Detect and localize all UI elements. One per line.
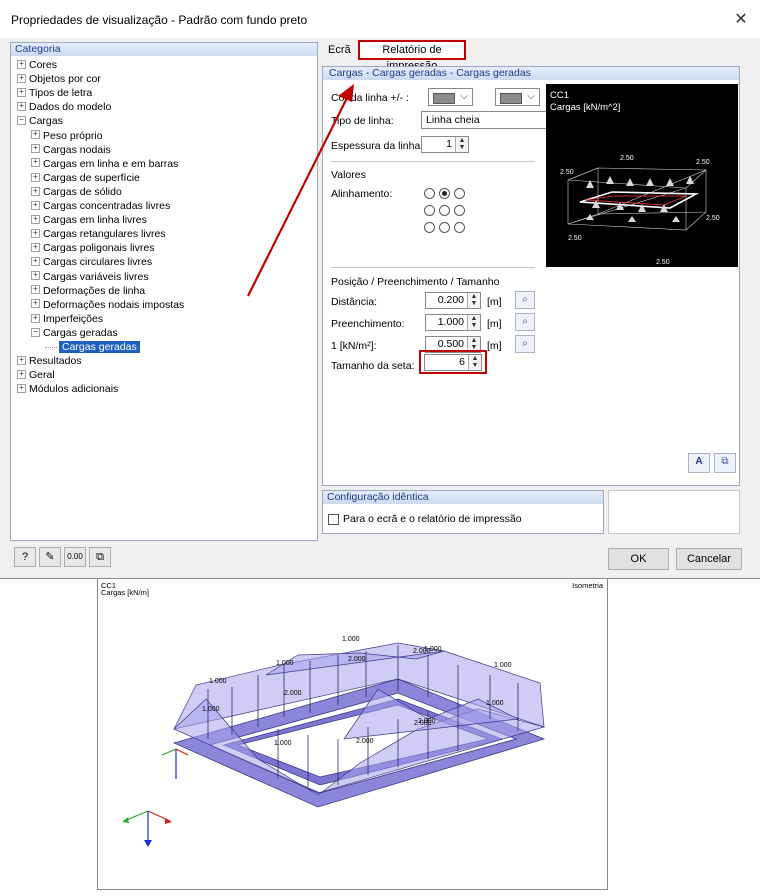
report-value: 1.000 [202,706,220,713]
report-load-graphic: 1.000 1.000 2.000 2.000 1.000 2.000 1.00… [122,636,546,847]
print-report-preview: CC1 Cargas [kN/m] Isometria 1.000 1.000 … [97,578,608,890]
report-value: 1.000 [486,700,504,707]
display-properties-dialog: Propriedades de visualização - Padrão co… [0,0,760,579]
report-value: 2.000 [356,738,374,745]
report-value: 1.000 [342,636,360,643]
report-value: 2.000 [414,720,432,727]
report-value: 1.000 [274,740,292,747]
report-value: 1.000 [209,678,227,685]
annotation-arrow-icon [247,84,354,297]
report-value: 1.000 [276,660,294,667]
report-value: 1.000 [424,646,442,653]
report-value: 1.000 [494,662,512,669]
report-value: 2.000 [348,656,366,663]
report-value: 2.000 [284,690,302,697]
